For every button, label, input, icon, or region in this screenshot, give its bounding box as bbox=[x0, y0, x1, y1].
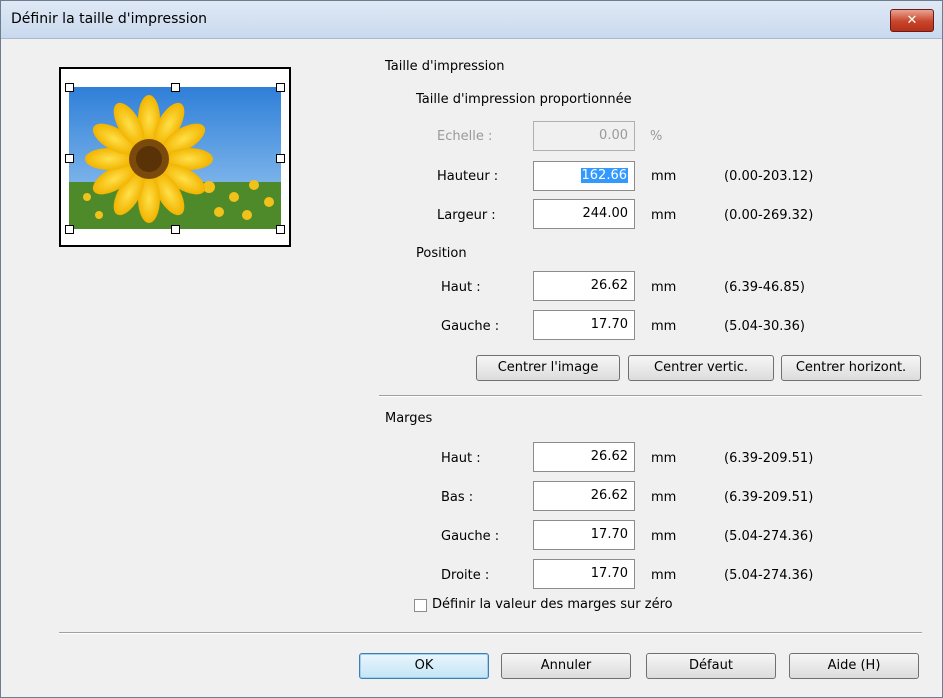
close-icon: ✕ bbox=[906, 13, 918, 28]
position-left-value: 17.70 bbox=[590, 317, 628, 332]
margin-top-range: (6.39-209.51) bbox=[724, 451, 814, 466]
margin-left-label: Gauche : bbox=[441, 529, 500, 544]
sunflower-image bbox=[69, 87, 281, 229]
width-label: Largeur : bbox=[437, 208, 496, 223]
margin-bottom-value: 26.62 bbox=[590, 488, 628, 503]
center-image-button[interactable]: Centrer l'image bbox=[476, 355, 620, 381]
crop-handle-bottom-left[interactable] bbox=[65, 225, 74, 234]
proportional-size-heading: Taille d'impression proportionnée bbox=[416, 92, 632, 107]
crop-handle-top-middle[interactable] bbox=[171, 83, 180, 92]
height-unit: mm bbox=[651, 169, 677, 184]
position-top-range: (6.39-46.85) bbox=[724, 280, 805, 295]
print-size-heading: Taille d'impression bbox=[385, 59, 505, 74]
separator-margins bbox=[379, 395, 922, 397]
zero-margins-checkbox[interactable] bbox=[414, 599, 427, 612]
crop-handle-top-left[interactable] bbox=[65, 83, 74, 92]
margin-bottom-range: (6.39-209.51) bbox=[724, 490, 814, 505]
scale-label: Echelle : bbox=[437, 129, 493, 144]
position-left-field[interactable]: 17.70 bbox=[533, 310, 635, 340]
zero-margins-label[interactable]: Définir la valeur des marges sur zéro bbox=[432, 597, 673, 612]
ok-button[interactable]: OK bbox=[359, 653, 489, 679]
height-field[interactable]: 162.66 bbox=[533, 161, 635, 191]
position-top-unit: mm bbox=[651, 280, 677, 295]
height-range: (0.00-203.12) bbox=[724, 169, 814, 184]
crop-handle-bottom-right[interactable] bbox=[276, 225, 285, 234]
scale-value: 0.00 bbox=[599, 128, 628, 143]
position-top-label: Haut : bbox=[441, 280, 481, 295]
margin-right-value: 17.70 bbox=[590, 566, 628, 581]
margin-bottom-field[interactable]: 26.62 bbox=[533, 481, 635, 511]
default-button[interactable]: Défaut bbox=[646, 653, 776, 679]
position-left-label: Gauche : bbox=[441, 319, 500, 334]
width-range: (0.00-269.32) bbox=[724, 208, 814, 223]
position-top-field[interactable]: 26.62 bbox=[533, 271, 635, 301]
cancel-button[interactable]: Annuler bbox=[501, 653, 631, 679]
print-preview bbox=[59, 67, 291, 247]
margin-right-range: (5.04-274.36) bbox=[724, 568, 814, 583]
margin-left-field[interactable]: 17.70 bbox=[533, 520, 635, 550]
margin-bottom-label: Bas : bbox=[441, 490, 474, 505]
dialog-window: Définir la taille d'impression ✕ Taille … bbox=[0, 0, 943, 698]
help-button[interactable]: Aide (H) bbox=[789, 653, 919, 679]
margin-right-unit: mm bbox=[651, 568, 677, 583]
position-left-unit: mm bbox=[651, 319, 677, 334]
margin-bottom-unit: mm bbox=[651, 490, 677, 505]
height-value: 162.66 bbox=[580, 168, 628, 183]
position-left-range: (5.04-30.36) bbox=[724, 319, 805, 334]
crop-handle-bottom-middle[interactable] bbox=[171, 225, 180, 234]
scale-field: 0.00 bbox=[533, 121, 635, 151]
margin-top-value: 26.62 bbox=[590, 449, 628, 464]
margins-heading: Marges bbox=[385, 411, 433, 426]
scale-unit: % bbox=[650, 129, 663, 144]
width-unit: mm bbox=[651, 208, 677, 223]
separator-footer bbox=[59, 632, 922, 634]
window-title: Définir la taille d'impression bbox=[11, 11, 208, 27]
margin-left-unit: mm bbox=[651, 529, 677, 544]
margin-right-label: Droite : bbox=[441, 568, 490, 583]
position-heading: Position bbox=[416, 246, 467, 261]
crop-handle-middle-right[interactable] bbox=[276, 154, 285, 163]
height-label: Hauteur : bbox=[437, 169, 499, 184]
margin-left-value: 17.70 bbox=[590, 527, 628, 542]
title-bar[interactable]: Définir la taille d'impression ✕ bbox=[1, 1, 942, 39]
margin-top-label: Haut : bbox=[441, 451, 481, 466]
width-value: 244.00 bbox=[582, 206, 629, 221]
close-button[interactable]: ✕ bbox=[890, 9, 934, 32]
margin-right-field[interactable]: 17.70 bbox=[533, 559, 635, 589]
crop-handle-top-right[interactable] bbox=[276, 83, 285, 92]
margin-top-unit: mm bbox=[651, 451, 677, 466]
crop-handle-middle-left[interactable] bbox=[65, 154, 74, 163]
position-top-value: 26.62 bbox=[590, 278, 628, 293]
margin-left-range: (5.04-274.36) bbox=[724, 529, 814, 544]
center-horizontal-button[interactable]: Centrer horizont. bbox=[781, 355, 921, 381]
center-vertical-button[interactable]: Centrer vertic. bbox=[628, 355, 774, 381]
width-field[interactable]: 244.00 bbox=[533, 199, 635, 229]
margin-top-field[interactable]: 26.62 bbox=[533, 442, 635, 472]
